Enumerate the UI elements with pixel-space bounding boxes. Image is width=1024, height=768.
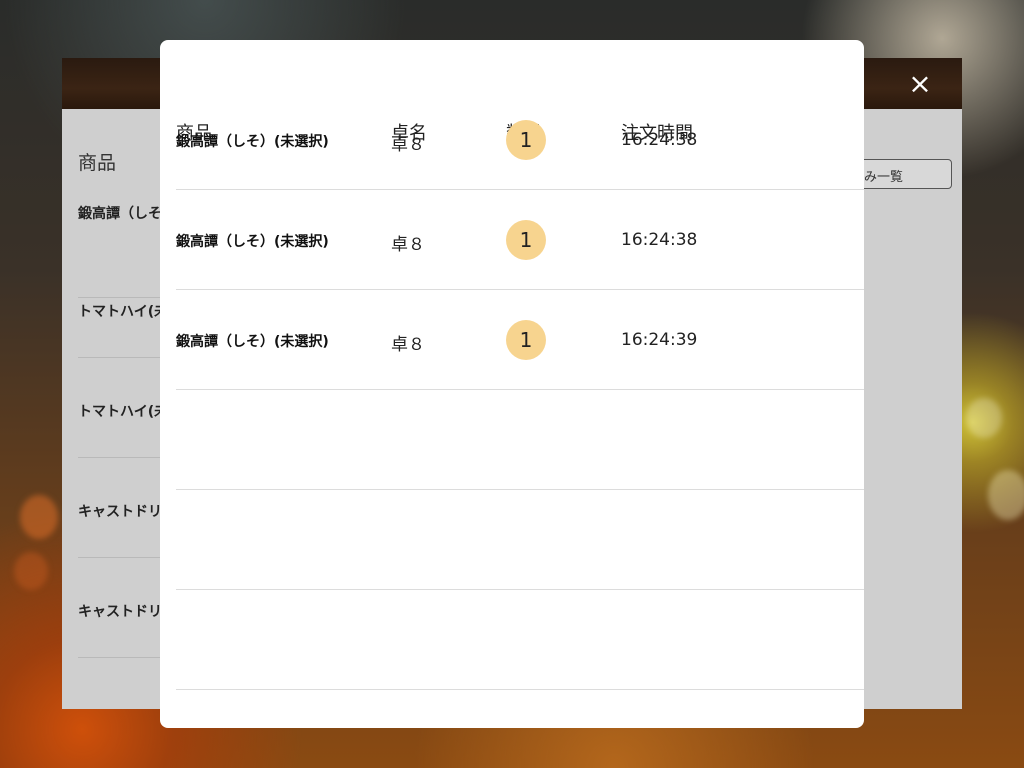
background-bokeh <box>988 470 1024 520</box>
background-list-item: キャストドリ <box>78 458 162 558</box>
order-row[interactable]: 鍛高譚（しそ）(未選択) 卓８ 1 16:24:38 <box>176 190 864 290</box>
order-product: 鍛高譚（しそ）(未選択) <box>176 134 329 150</box>
background-bokeh <box>20 495 58 539</box>
quantity-badge: 1 <box>506 320 546 360</box>
background-item-label: キャストドリ <box>78 504 162 520</box>
order-table: 卓８ <box>391 235 425 255</box>
empty-row <box>176 390 864 490</box>
order-product: 鍛高譚（しそ）(未選択) <box>176 234 329 250</box>
order-product: 鍛高譚（しそ）(未選択) <box>176 334 329 350</box>
background-item-label: キャストドリ <box>78 604 162 620</box>
order-table: 卓８ <box>391 135 425 155</box>
background-column-title: 商品 <box>78 152 117 174</box>
background-bokeh <box>14 552 48 590</box>
empty-row <box>176 490 864 590</box>
order-detail-modal: 商品 卓名 数量 注文時間 鍛高譚（しそ）(未選択) 卓８ 1 16:24:38… <box>160 40 864 728</box>
order-time: 16:24:38 <box>621 130 698 150</box>
background-item-label: 鍛高譚（しそ <box>78 206 162 222</box>
background-item-label: トマトハイ(未 <box>78 304 162 320</box>
background-list-item: キャストドリ <box>78 558 162 658</box>
order-time: 16:24:39 <box>621 330 698 350</box>
background-item-label: トマトハイ(未 <box>78 404 162 420</box>
quantity-badge: 1 <box>506 120 546 160</box>
close-icon[interactable]: × <box>908 70 932 98</box>
empty-row <box>176 590 864 690</box>
background-bokeh <box>966 398 1002 438</box>
order-row[interactable]: 鍛高譚（しそ）(未選択) 卓８ 1 16:24:39 <box>176 290 864 390</box>
order-time: 16:24:38 <box>621 230 698 250</box>
order-row[interactable]: 鍛高譚（しそ）(未選択) 卓８ 1 16:24:38 <box>176 90 864 190</box>
order-table: 卓８ <box>391 335 425 355</box>
quantity-badge: 1 <box>506 220 546 260</box>
background-list-item: トマトハイ(未 <box>78 358 162 458</box>
background-list-item: トマトハイ(未 <box>78 258 162 358</box>
